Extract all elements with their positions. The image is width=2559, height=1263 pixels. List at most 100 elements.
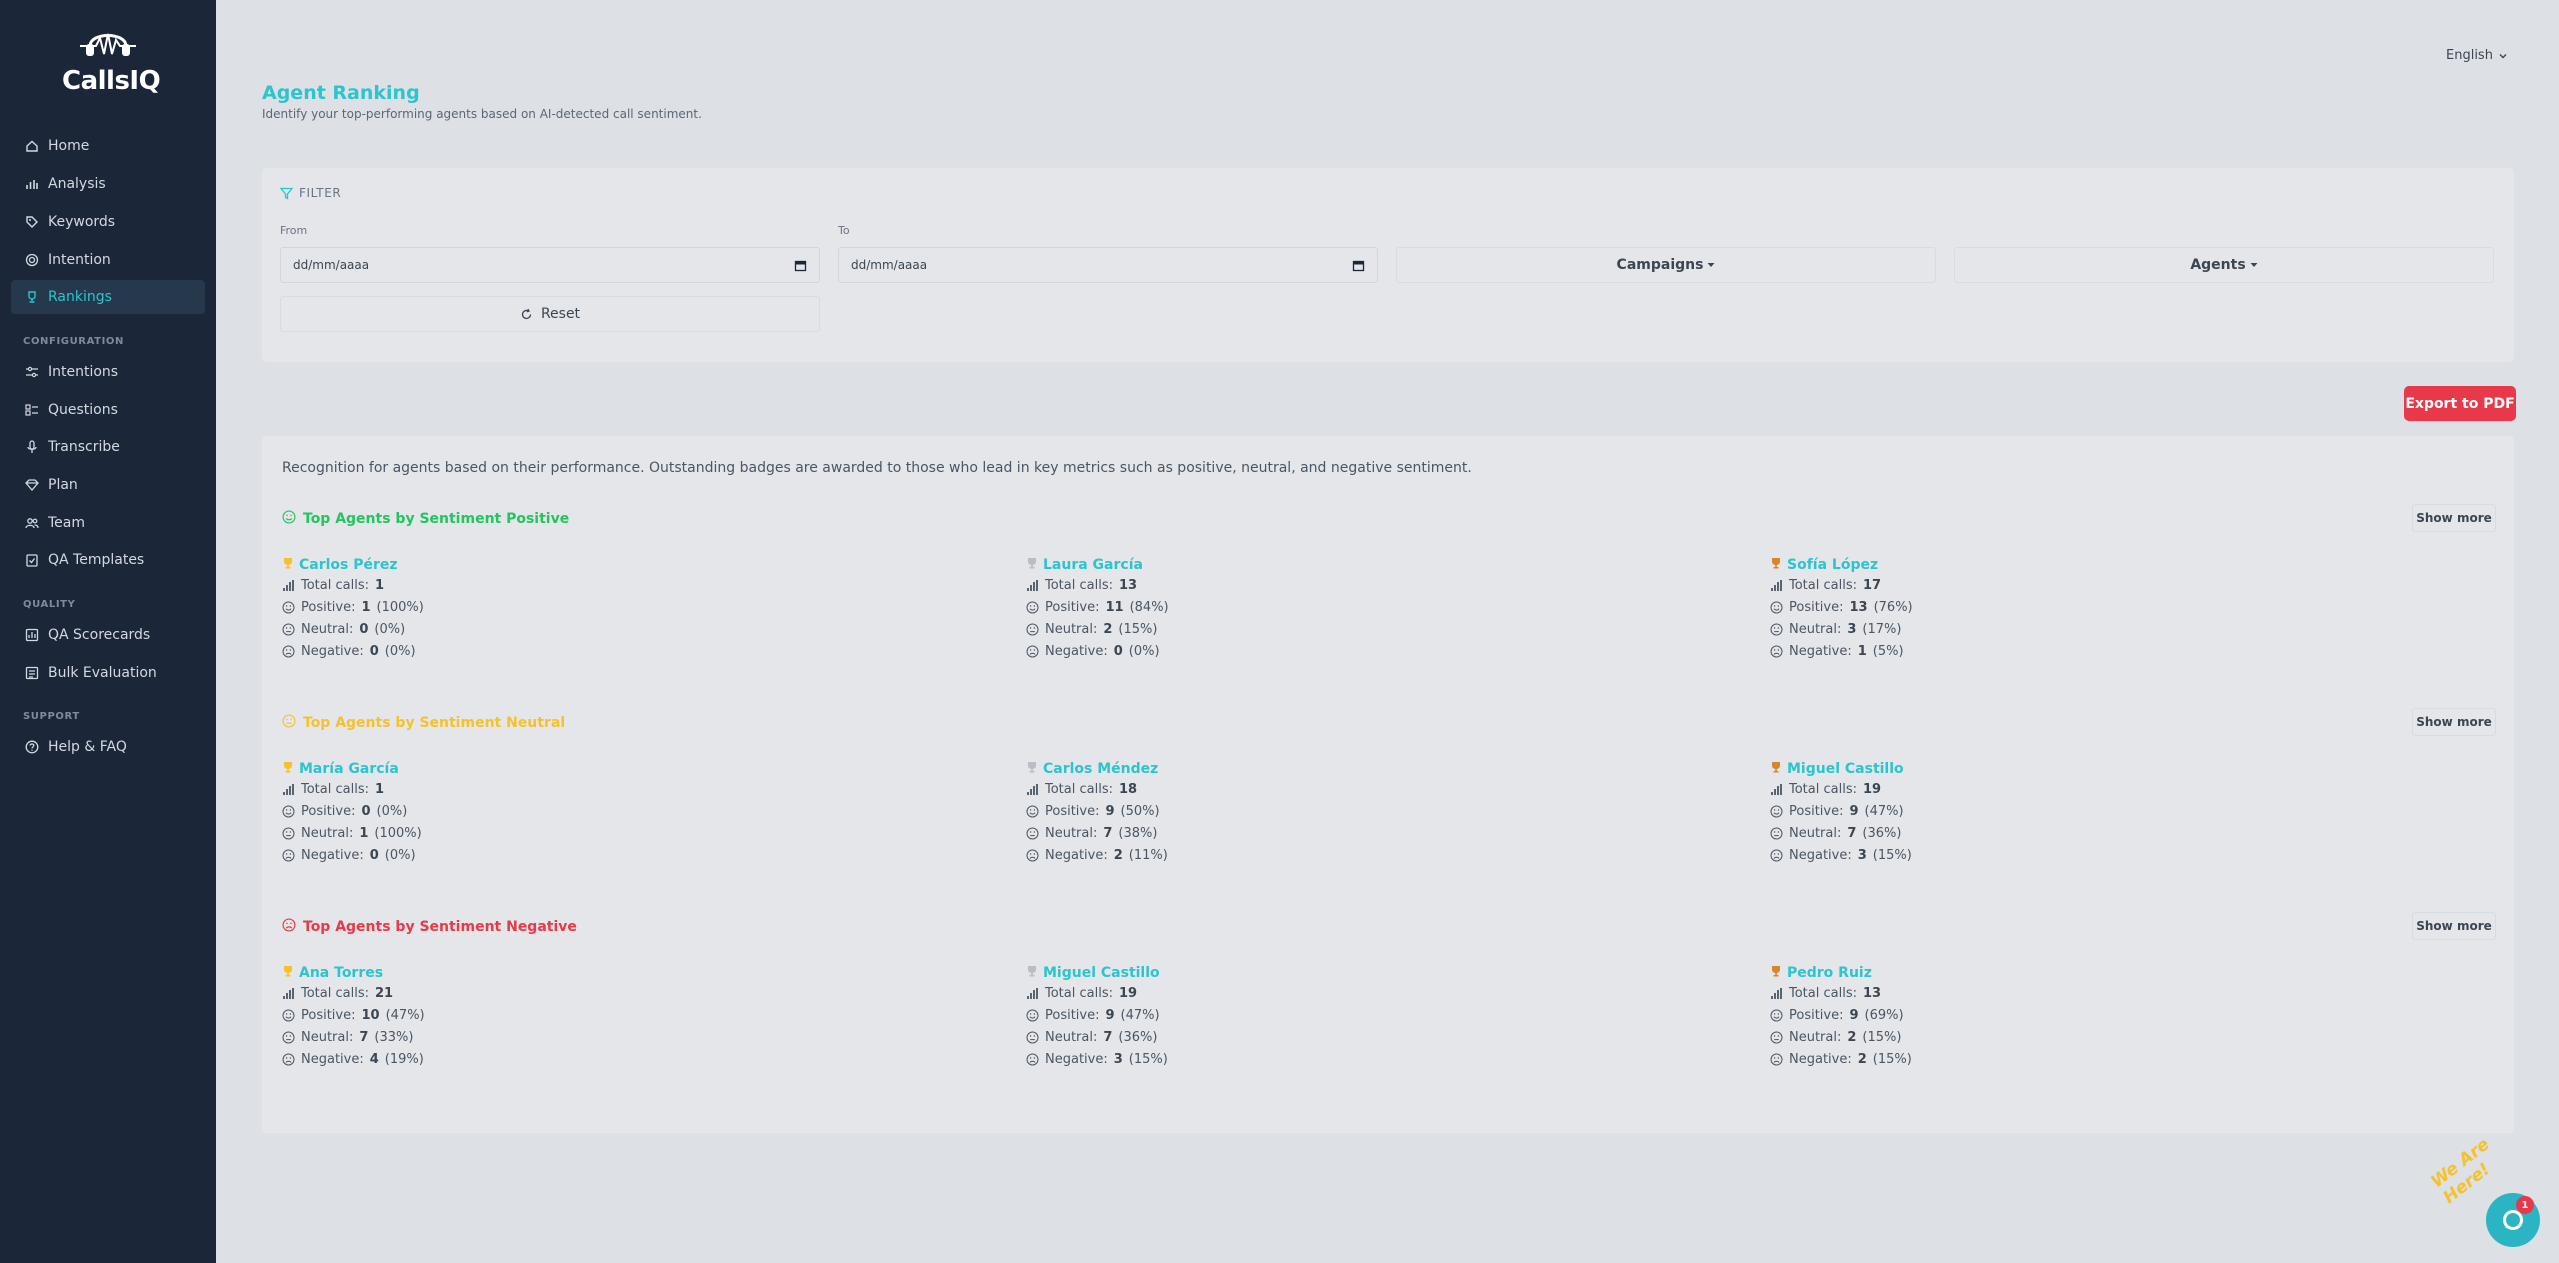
sidebar-item-plan[interactable]: Plan [11,468,205,502]
stat-negative: Negative: 2 (15%) [1770,1048,2450,1070]
sidebar-item-help-faq[interactable]: Help & FAQ [11,730,205,764]
stat-label: Total calls: [1045,781,1113,797]
section-heading-support: SUPPORT [23,711,80,722]
agent-name[interactable]: Laura García [1026,556,1706,574]
stat-total-calls: Total calls: 1 [282,574,962,596]
app-logo[interactable]: CallsIQ [62,24,161,96]
export-pdf-button[interactable]: Export to PDF [2404,386,2516,421]
stat-total-calls: Total calls: 19 [1770,778,2450,800]
stat-label: Positive: [301,1007,356,1023]
agent-name[interactable]: Carlos Pérez [282,556,962,574]
stat-label: Total calls: [1789,781,1857,797]
sidebar-item-rankings[interactable]: Rankings [11,280,205,314]
bulk-icon [25,666,39,680]
sidebar: CallsIQ Home Analysis Keywords Intention… [0,0,216,1263]
agent-name[interactable]: Pedro Ruiz [1770,964,2450,982]
show-more-button[interactable]: Show more [2412,912,2496,940]
show-more-button[interactable]: Show more [2412,708,2496,736]
agent-name[interactable]: Miguel Castillo [1026,964,1706,982]
reset-button[interactable]: Reset [280,296,820,332]
medal-icon [282,965,294,981]
stat-percent: (15%) [1128,1051,1168,1067]
sentiment-neutral-icon [1026,623,1039,636]
sidebar-item-transcribe[interactable]: Transcribe [11,430,205,464]
calendar-icon[interactable] [1352,259,1365,272]
stat-percent: (17%) [1862,621,1902,637]
stat-percent: (47%) [1864,803,1904,819]
medal-icon [1026,557,1038,573]
stat-negative: Negative: 0 (0%) [282,640,962,662]
sentiment-negative-icon [1026,1053,1039,1066]
stat-label: Negative: [1789,847,1852,863]
show-more-button[interactable]: Show more [2412,504,2496,532]
sidebar-item-team[interactable]: Team [11,506,205,540]
medal-icon [1026,965,1038,981]
agent-name[interactable]: Carlos Méndez [1026,760,1706,778]
sidebar-item-keywords[interactable]: Keywords [11,205,205,239]
to-date-input[interactable]: dd/mm/aaaa [838,247,1378,283]
stat-value: 3 [1113,1051,1123,1067]
agent-name[interactable]: Ana Torres [282,964,962,982]
agent-name[interactable]: Sofía López [1770,556,2450,574]
bar-chart-icon [1770,579,1783,592]
stat-percent: (69%) [1864,1007,1904,1023]
stat-label: Total calls: [301,781,369,797]
stat-negative: Negative: 0 (0%) [1026,640,1706,662]
sidebar-item-label: Intention [48,252,111,268]
sidebar-item-label: QA Templates [48,552,145,568]
campaigns-dropdown[interactable]: Campaigns [1396,247,1936,283]
section-heading-quality: QUALITY [23,599,76,610]
sidebar-item-label: Transcribe [48,439,120,455]
diamond-icon [25,478,39,492]
agent-name[interactable]: Miguel Castillo [1770,760,2450,778]
agent-card: María García Total calls: 1 Positive: 0 (0%) N… [282,760,962,866]
stat-negative: Negative: 3 (15%) [1026,1048,1706,1070]
sidebar-item-label: Rankings [48,289,112,305]
agent-name-label: María García [299,761,399,777]
section-title: Top Agents by Sentiment Negative [282,918,577,936]
sidebar-item-home[interactable]: Home [11,129,205,163]
sidebar-item-label: Analysis [48,176,106,192]
chat-notification-badge: 1 [2516,1196,2534,1214]
sidebar-item-analysis[interactable]: Analysis [11,167,205,201]
agent-card: Pedro Ruiz Total calls: 13 Positive: 9 (69%) N… [1770,964,2450,1070]
section-title-label: Top Agents by Sentiment Positive [303,511,570,527]
campaigns-label: Campaigns [1616,257,1704,273]
language-selector[interactable]: English [2446,48,2508,63]
sidebar-item-qa-scorecards[interactable]: QA Scorecards [11,618,205,652]
agent-card: Sofía López Total calls: 17 Positive: 13 (76%… [1770,556,2450,662]
sidebar-item-qa-templates[interactable]: QA Templates [11,543,205,577]
scorecard-icon [25,628,39,642]
stat-value: 1 [1857,643,1867,659]
stat-value: 4 [369,1051,379,1067]
agents-dropdown[interactable]: Agents [1954,247,2494,283]
medal-icon [1770,761,1782,777]
sidebar-item-intention[interactable]: Intention [11,243,205,277]
sentiment-negative-icon [282,849,295,862]
sentiment-neutral-icon [282,623,295,636]
agent-name-label: Ana Torres [299,965,384,981]
sentiment-negative-icon [1026,645,1039,658]
stat-value: 9 [1849,1007,1859,1023]
sidebar-item-label: Bulk Evaluation [48,665,157,681]
sidebar-item-bulk-evaluation[interactable]: Bulk Evaluation [11,656,205,690]
sentiment-positive-icon [1026,601,1039,614]
stat-percent: (36%) [1862,825,1902,841]
stat-total-calls: Total calls: 21 [282,982,962,1004]
stat-value: 0 [369,643,379,659]
stat-percent: (100%) [376,599,424,615]
stat-percent: (0%) [374,621,406,637]
from-date-input[interactable]: dd/mm/aaaa [280,247,820,283]
stat-label: Positive: [1045,1007,1100,1023]
calendar-icon[interactable] [794,259,807,272]
bar-chart-icon [1026,783,1039,796]
stat-percent: (11%) [1128,847,1168,863]
sentiment-negative-icon [1770,1053,1783,1066]
sidebar-item-intentions[interactable]: Intentions [11,355,205,389]
agent-name[interactable]: María García [282,760,962,778]
stat-label: Negative: [1789,643,1852,659]
stat-neutral: Neutral: 1 (100%) [282,822,962,844]
stat-percent: (15%) [1872,847,1912,863]
sidebar-item-label: Plan [48,477,78,493]
sidebar-item-questions[interactable]: Questions [11,393,205,427]
